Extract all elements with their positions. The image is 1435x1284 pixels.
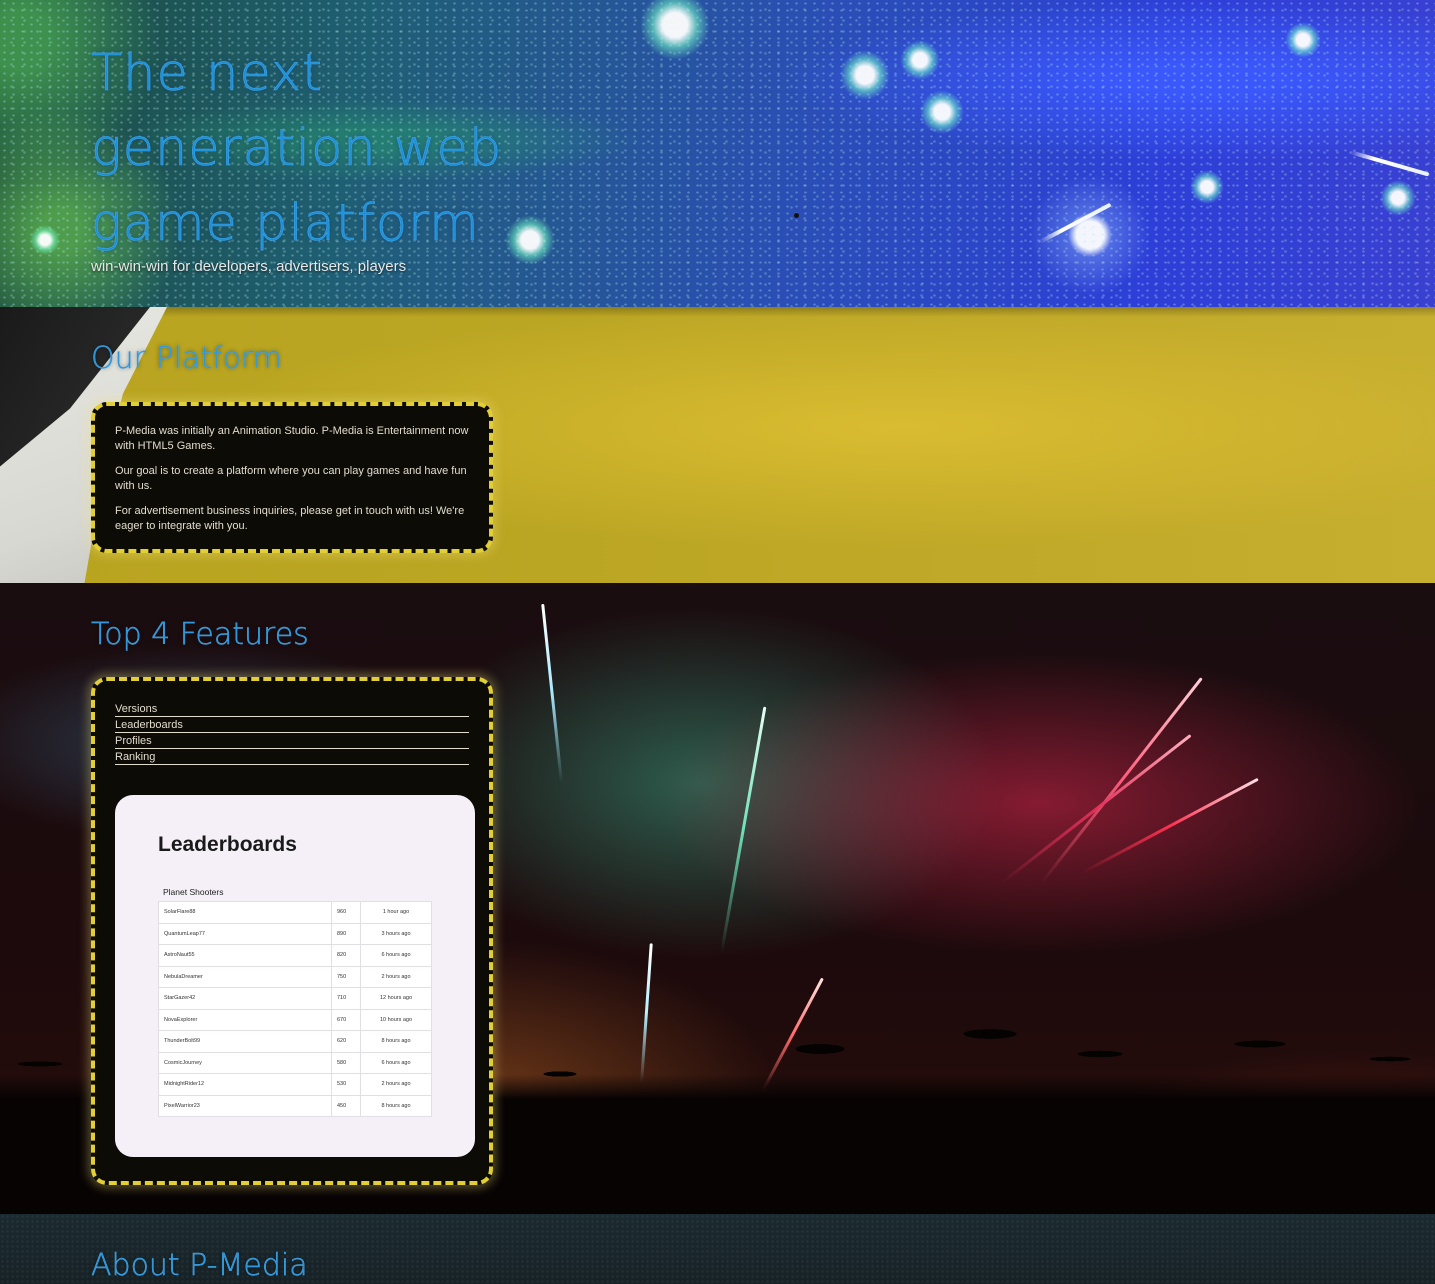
- platform-heading: Our Platform: [91, 341, 283, 376]
- leaderboard-cell-player: NovaExplorer: [158, 1008, 332, 1031]
- leaderboard-cell-time: 1 hour ago: [360, 901, 432, 924]
- feature-item-profiles[interactable]: Profiles: [115, 733, 469, 749]
- leaderboard-cell-time: 10 hours ago: [360, 1008, 432, 1031]
- hero-light-spark: [505, 215, 555, 265]
- leaderboard-cell-score: 710: [331, 987, 361, 1010]
- platform-paragraph: For advertisement business inquiries, pl…: [115, 505, 465, 532]
- table-row: NebulaDreamer 750 2 hours ago: [158, 965, 432, 988]
- hero-light-spark: [1190, 170, 1224, 204]
- feature-item-leaderboards[interactable]: Leaderboards: [115, 717, 469, 733]
- leaderboard-cell-score: 750: [331, 965, 361, 988]
- hero-subtitle: win-win-win for developers, advertisers,…: [91, 258, 407, 275]
- platform-paragraph: P-Media was initially an Animation Studi…: [115, 425, 469, 452]
- leaderboard-cell-time: 8 hours ago: [360, 1030, 432, 1053]
- feature-list: Versions Leaderboards Profiles Ranking: [115, 701, 469, 765]
- leaderboard-cell-player: AstroNaut55: [158, 944, 332, 967]
- hero-light-spark: [30, 225, 60, 255]
- leaderboard-cell-time: 3 hours ago: [360, 922, 432, 945]
- features-section: Top 4 Features Versions Leaderboards Pro…: [0, 583, 1435, 1214]
- firework-streak: [1000, 734, 1192, 885]
- leaderboard-cell-time: 2 hours ago: [360, 1073, 432, 1096]
- leaderboard-preview-title: Leaderboards: [158, 833, 297, 856]
- leaderboard-cell-score: 450: [331, 1094, 361, 1117]
- carousel-dot-icon[interactable]: [794, 213, 799, 218]
- leaderboard-cell-score: 620: [331, 1030, 361, 1053]
- table-row: ThunderBolt99 620 8 hours ago: [158, 1030, 432, 1053]
- leaderboard-cell-player: ThunderBolt99: [158, 1030, 332, 1053]
- hero-light-spark: [1380, 180, 1416, 216]
- table-row: NovaExplorer 670 10 hours ago: [158, 1008, 432, 1031]
- table-row: MidnightRider12 530 2 hours ago: [158, 1073, 432, 1096]
- table-row: QuantumLeap77 890 3 hours ago: [158, 922, 432, 945]
- leaderboard-cell-score: 580: [331, 1051, 361, 1074]
- table-row: PixelWarrior23 450 8 hours ago: [158, 1094, 432, 1117]
- table-row: CosmicJourney 580 6 hours ago: [158, 1051, 432, 1074]
- leaderboard-cell-time: 8 hours ago: [360, 1094, 432, 1117]
- leaderboard-cell-player: MidnightRider12: [158, 1073, 332, 1096]
- hero-section: The next generation web game platform wi…: [0, 0, 1435, 307]
- table-row: AstroNaut55 820 6 hours ago: [158, 944, 432, 967]
- leaderboard-cell-player: CosmicJourney: [158, 1051, 332, 1074]
- table-row: StarGazer42 710 12 hours ago: [158, 987, 432, 1010]
- feature-item-versions[interactable]: Versions: [115, 701, 469, 717]
- leaderboard-cell-score: 890: [331, 922, 361, 945]
- about-heading: About P-Media: [91, 1248, 308, 1283]
- leaderboard-table: SolarFlare88 960 1 hour ago QuantumLeap77 89…: [158, 901, 432, 1117]
- hero-title: The next generation web game platform: [91, 44, 503, 254]
- hero-light-spark: [900, 40, 940, 80]
- leaderboard-cell-player: QuantumLeap77: [158, 922, 332, 945]
- leaderboard-preview: Leaderboards Planet Shooters SolarFlare8…: [115, 795, 475, 1157]
- leaderboard-cell-time: 6 hours ago: [360, 944, 432, 967]
- leaderboard-cell-time: 6 hours ago: [360, 1051, 432, 1074]
- leaderboard-cell-player: NebulaDreamer: [158, 965, 332, 988]
- hero-light-spark: [840, 50, 890, 100]
- hero-light-spark: [1285, 22, 1321, 58]
- hero-light-spark: [920, 90, 964, 134]
- platform-card: P-Media was initially an Animation Studi…: [91, 402, 493, 553]
- platform-paragraph: Our goal is to create a platform where y…: [115, 465, 467, 492]
- leaderboard-cell-score: 530: [331, 1073, 361, 1096]
- leaderboard-cell-player: StarGazer42: [158, 987, 332, 1010]
- leaderboard-game-name: Planet Shooters: [163, 887, 224, 897]
- features-card: Versions Leaderboards Profiles Ranking L…: [91, 677, 493, 1185]
- leaderboard-cell-score: 670: [331, 1008, 361, 1031]
- firework-streak: [1080, 777, 1259, 875]
- about-section: About P-Media: [0, 1214, 1435, 1284]
- firework-streak: [541, 603, 563, 784]
- features-heading: Top 4 Features: [91, 617, 309, 652]
- firework-streak: [720, 706, 767, 954]
- leaderboard-cell-player: PixelWarrior23: [158, 1094, 332, 1117]
- leaderboard-cell-time: 12 hours ago: [360, 987, 432, 1010]
- leaderboard-cell-score: 820: [331, 944, 361, 967]
- table-row: SolarFlare88 960 1 hour ago: [158, 901, 432, 924]
- feature-item-ranking[interactable]: Ranking: [115, 749, 469, 765]
- leaderboard-cell-player: SolarFlare88: [158, 901, 332, 924]
- platform-section: Our Platform P-Media was initially an An…: [0, 307, 1435, 583]
- leaderboard-cell-time: 2 hours ago: [360, 965, 432, 988]
- leaderboard-cell-score: 960: [331, 901, 361, 924]
